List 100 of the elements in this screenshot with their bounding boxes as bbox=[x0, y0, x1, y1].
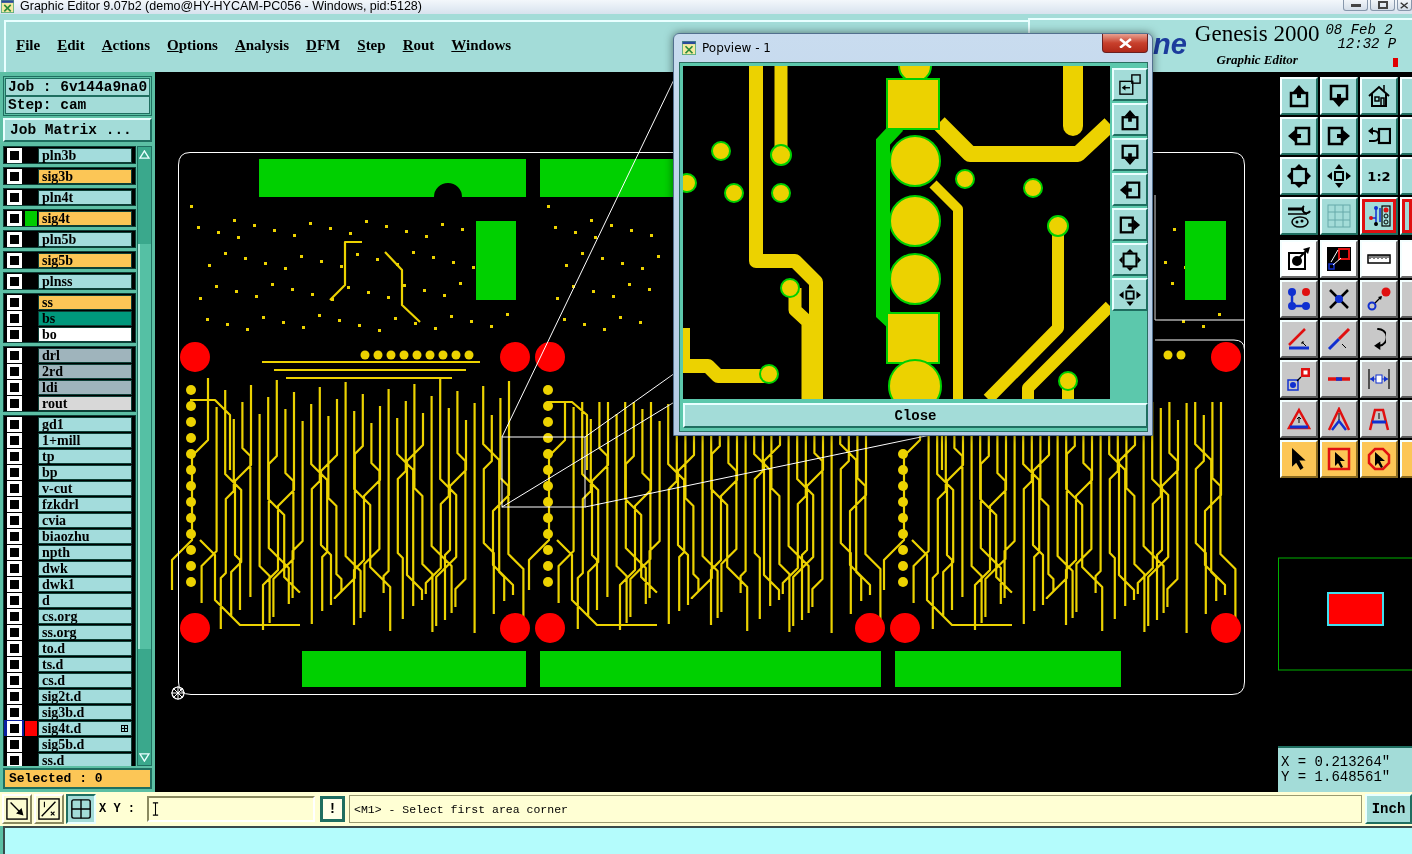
layer-item[interactable]: dwk bbox=[38, 560, 132, 576]
xy-input-field[interactable] bbox=[147, 796, 315, 822]
window-close-button[interactable] bbox=[1397, 0, 1412, 11]
tool-button[interactable] bbox=[1320, 440, 1358, 478]
tool-button[interactable] bbox=[1320, 117, 1358, 155]
tool-button[interactable] bbox=[1280, 440, 1318, 478]
layer-checkbox[interactable] bbox=[6, 656, 22, 672]
command-input-field[interactable] bbox=[3, 826, 1412, 854]
alert-button[interactable]: ! bbox=[320, 796, 345, 822]
layer-item[interactable]: to.d bbox=[38, 640, 132, 656]
layer-checkbox[interactable] bbox=[6, 395, 22, 411]
layer-checkbox[interactable] bbox=[6, 347, 22, 363]
layer-checkbox[interactable] bbox=[6, 379, 22, 395]
layer-checkbox[interactable] bbox=[6, 464, 22, 480]
layer-item[interactable]: biaozhu bbox=[38, 528, 132, 544]
layer-item[interactable]: npth bbox=[38, 544, 132, 560]
tool-button[interactable] bbox=[1280, 320, 1318, 358]
tool-button[interactable] bbox=[1360, 197, 1398, 235]
tool-button[interactable] bbox=[1280, 77, 1318, 115]
layer-item[interactable]: sig5b.d bbox=[38, 736, 132, 752]
menu-item[interactable]: Analysis bbox=[234, 36, 290, 54]
tool-button[interactable] bbox=[1280, 400, 1318, 438]
layer-item[interactable]: ts.d bbox=[38, 656, 132, 672]
layer-checkbox[interactable] bbox=[6, 231, 22, 247]
layer-checkbox[interactable] bbox=[6, 273, 22, 289]
tool-button[interactable]: 1:2 bbox=[1360, 157, 1398, 195]
tool-button[interactable] bbox=[1320, 280, 1358, 318]
layer-checkbox[interactable] bbox=[6, 310, 22, 326]
layer-checkbox[interactable] bbox=[6, 528, 22, 544]
menu-item[interactable]: Rout bbox=[402, 36, 435, 54]
view-tool-button[interactable] bbox=[1112, 173, 1148, 206]
layer-item[interactable]: ldi bbox=[38, 379, 132, 395]
layer-checkbox[interactable] bbox=[6, 592, 22, 608]
layer-checkbox[interactable] bbox=[6, 704, 22, 720]
layer-checkbox[interactable] bbox=[6, 496, 22, 512]
layer-item[interactable]: drl bbox=[38, 347, 132, 363]
menu-item[interactable]: File bbox=[16, 36, 41, 54]
layer-checkbox[interactable] bbox=[6, 326, 22, 342]
layer-checkbox[interactable] bbox=[6, 576, 22, 592]
layer-checkbox[interactable] bbox=[6, 512, 22, 528]
layer-item[interactable]: rout bbox=[38, 395, 132, 411]
view-tool-button[interactable] bbox=[1112, 68, 1148, 101]
layer-item[interactable]: sig5b bbox=[38, 252, 132, 268]
tool-button[interactable] bbox=[1360, 280, 1398, 318]
layer-item[interactable]: sig4t.d bbox=[38, 720, 132, 736]
tool-button[interactable] bbox=[1360, 77, 1398, 115]
layer-item[interactable]: ss bbox=[38, 294, 132, 310]
layer-item[interactable]: sig4t bbox=[38, 210, 132, 226]
layer-checkbox[interactable] bbox=[6, 672, 22, 688]
layer-item[interactable]: sig3b.d bbox=[38, 704, 132, 720]
tool-button[interactable] bbox=[1280, 280, 1318, 318]
layer-item[interactable]: 1+mill bbox=[38, 432, 132, 448]
view-tool-button[interactable] bbox=[1112, 208, 1148, 241]
layer-checkbox[interactable] bbox=[6, 210, 22, 226]
scroll-down-button[interactable] bbox=[138, 750, 151, 765]
layer-item[interactable]: sig3b bbox=[38, 168, 132, 184]
layer-item[interactable]: cvia bbox=[38, 512, 132, 528]
minimize-button[interactable] bbox=[1343, 0, 1368, 11]
menu-item[interactable]: Edit bbox=[57, 36, 85, 54]
tool-button[interactable] bbox=[1320, 77, 1358, 115]
window-close-button[interactable] bbox=[1102, 34, 1148, 53]
tool-button[interactable] bbox=[1320, 360, 1358, 398]
layer-checkbox[interactable] bbox=[6, 294, 22, 310]
tool-button[interactable] bbox=[1400, 280, 1412, 318]
layer-checkbox[interactable] bbox=[6, 752, 22, 766]
tool-button[interactable] bbox=[1320, 400, 1358, 438]
units-button[interactable]: Inch bbox=[1365, 794, 1412, 824]
layer-checkbox[interactable] bbox=[6, 640, 22, 656]
menu-item[interactable]: Options bbox=[167, 36, 218, 54]
tool-button[interactable] bbox=[1360, 117, 1398, 155]
layer-item[interactable]: bo bbox=[38, 326, 132, 342]
layer-checkbox[interactable] bbox=[6, 252, 22, 268]
tool-button[interactable] bbox=[1360, 440, 1398, 478]
tool-button[interactable] bbox=[1360, 240, 1398, 278]
tool-button[interactable] bbox=[1280, 157, 1318, 195]
tool-button[interactable] bbox=[1320, 240, 1358, 278]
tool-button[interactable] bbox=[1400, 320, 1412, 358]
layer-checkbox[interactable] bbox=[6, 544, 22, 560]
layer-item[interactable]: ss.d bbox=[38, 752, 132, 766]
layer-item[interactable]: cs.d bbox=[38, 672, 132, 688]
layer-item[interactable]: tp bbox=[38, 448, 132, 464]
view-tool-button[interactable] bbox=[1112, 103, 1148, 136]
scrollbar-thumb[interactable] bbox=[138, 244, 151, 649]
layer-item[interactable]: bs bbox=[38, 310, 132, 326]
job-matrix-button[interactable]: Job Matrix ... bbox=[3, 118, 152, 142]
layer-item[interactable]: d bbox=[38, 592, 132, 608]
menu-item[interactable]: Actions bbox=[101, 36, 151, 54]
layer-item[interactable]: dwk1 bbox=[38, 576, 132, 592]
view-tool-button[interactable] bbox=[1112, 138, 1148, 171]
close-button[interactable]: Close bbox=[683, 403, 1148, 428]
layer-checkbox[interactable] bbox=[6, 363, 22, 379]
view-tool-button[interactable] bbox=[1112, 243, 1148, 276]
layer-item[interactable]: gd1 bbox=[38, 416, 132, 432]
tool-button[interactable] bbox=[1360, 320, 1398, 358]
menu-item[interactable]: Step bbox=[357, 36, 386, 54]
tool-button[interactable] bbox=[1320, 157, 1358, 195]
layer-checkbox[interactable] bbox=[6, 736, 22, 752]
layer-item[interactable]: plnss bbox=[38, 273, 132, 289]
layer-checkbox[interactable] bbox=[6, 608, 22, 624]
layer-item[interactable]: pln3b bbox=[38, 147, 132, 163]
